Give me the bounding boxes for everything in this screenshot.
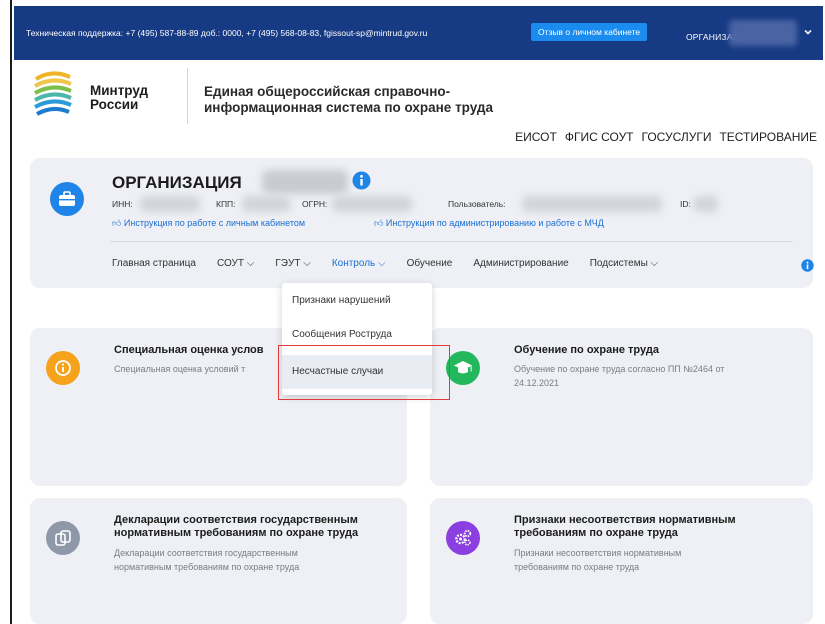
menu-item-rostrud-messages[interactable]: Сообщения Роструда: [292, 329, 392, 340]
nav-geut[interactable]: ГЭУТ ⌵: [275, 258, 310, 269]
divider: [110, 241, 793, 242]
link-testing[interactable]: ТЕСТИРОВАНИЕ: [719, 130, 817, 144]
card-description: Обучение по охране труда согласно ПП №24…: [514, 364, 725, 388]
card-description: Декларации соответствия государственным …: [114, 548, 300, 572]
gears-icon: [446, 521, 480, 555]
link-gosuslugi[interactable]: ГОСУСЛУГИ: [642, 130, 712, 144]
external-links: ЕИСОТ ФГИС СОУТ ГОСУСЛУГИ ТЕСТИРОВАНИЕ: [515, 130, 817, 144]
card-title: Декларации соответствия государственным …: [114, 514, 359, 539]
chevron-down-icon: ⌵: [650, 258, 659, 269]
thumbs-up-icon: 👍︎: [374, 218, 384, 228]
kpp-redacted: [242, 196, 290, 212]
page: Техническая поддержка: +7 (495) 587-88-8…: [12, 0, 825, 624]
card-nonconformity[interactable]: Признаки несоответствия нормативным треб…: [430, 498, 813, 624]
nav-administration[interactable]: Администрирование: [473, 258, 568, 269]
info-icon[interactable]: [801, 259, 814, 272]
card-description: Специальная оценка условий т: [114, 364, 246, 374]
card-title: Специальная оценка услов: [114, 344, 264, 356]
graduation-cap-icon: [446, 351, 480, 385]
org-name-redacted: [729, 20, 797, 46]
header-divider: [187, 68, 188, 124]
info-icon[interactable]: [352, 171, 371, 190]
menu-item-violation-signs[interactable]: Признаки нарушений: [292, 295, 391, 306]
chevron-down-icon[interactable]: [802, 26, 814, 38]
card-title: Признаки несоответствия нормативным треб…: [514, 514, 736, 539]
brand-name: Минтруд России: [90, 83, 149, 112]
id-label: ID:: [680, 199, 691, 209]
documents-icon: [46, 521, 80, 555]
kpp-label: КПП:: [216, 199, 236, 209]
briefcase-icon: [50, 182, 84, 216]
user-redacted: [522, 196, 662, 212]
support-contacts[interactable]: Техническая поддержка: +7 (495) 587-88-8…: [26, 28, 427, 38]
sout-icon: [46, 351, 80, 385]
main-nav: Главная страница СОУТ ⌵ ГЭУТ ⌵ Контроль …: [112, 258, 679, 269]
chevron-down-icon: ⌵: [378, 258, 386, 269]
link-eisot[interactable]: ЕИСОТ: [515, 130, 557, 144]
nav-control[interactable]: Контроль ⌵: [332, 258, 386, 269]
user-label: Пользователь:: [448, 199, 506, 209]
feedback-button[interactable]: Отзыв о личном кабинете: [531, 23, 648, 41]
nav-training[interactable]: Обучение: [407, 258, 453, 269]
org-name-redacted: [262, 170, 348, 194]
system-title: Единая общероссийская справочно- информа…: [204, 84, 493, 115]
nav-sout[interactable]: СОУТ ⌵: [217, 258, 254, 269]
chevron-down-icon: ⌵: [246, 258, 255, 269]
cabinet-panel: ОРГАНИЗАЦИЯ ИНН: КПП: ОГРН: Пользователь…: [30, 158, 814, 288]
id-redacted: [694, 196, 718, 212]
link-fgis-sout[interactable]: ФГИС СОУТ: [565, 130, 634, 144]
mintrud-logo-icon[interactable]: [32, 67, 74, 117]
card-declarations[interactable]: Декларации соответствия государственным …: [30, 498, 407, 624]
top-bar: Техническая поддержка: +7 (495) 587-88-8…: [14, 6, 823, 60]
instruction-link-admin[interactable]: 👍︎ Инструкция по администрированию и раб…: [374, 218, 604, 229]
nav-home[interactable]: Главная страница: [112, 258, 196, 269]
card-title: Обучение по охране труда: [514, 344, 659, 356]
chevron-down-icon: ⌵: [303, 258, 311, 269]
nav-subsystems[interactable]: Подсистемы ⌵: [590, 258, 658, 269]
ogrn-label: ОГРН:: [302, 199, 328, 209]
inn-label: ИНН:: [112, 199, 133, 209]
instruction-link-cabinet[interactable]: 👍︎ Инструкция по работе с личным кабинет…: [112, 218, 305, 229]
card-description: Признаки несоответствия нормативным треб…: [514, 548, 682, 572]
card-training[interactable]: Обучение по охране труда Обучение по охр…: [430, 328, 813, 486]
org-title: ОРГАНИЗАЦИЯ: [112, 173, 242, 192]
selection-highlight-box: [278, 345, 450, 400]
window-edge: [0, 0, 12, 624]
inn-redacted: [140, 196, 200, 212]
thumbs-up-icon: 👍︎: [112, 218, 122, 228]
ogrn-redacted: [332, 196, 412, 212]
